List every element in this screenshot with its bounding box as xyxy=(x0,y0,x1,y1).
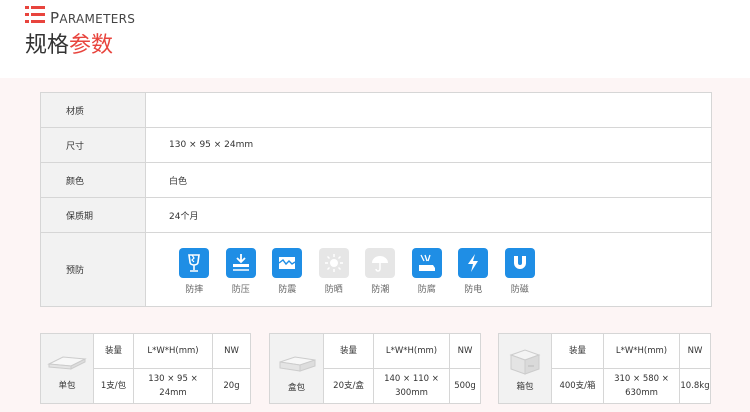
nw-value: 20g xyxy=(212,368,251,404)
vibration-icon xyxy=(272,248,303,278)
protection-item: 防压 xyxy=(218,248,265,295)
protection-label: 防腐 xyxy=(417,285,436,295)
spec-label: 颜色 xyxy=(40,162,146,198)
protection-label: 防晒 xyxy=(324,285,343,295)
list-menu-icon xyxy=(25,6,45,24)
package-table-single: 单包 装量 L*W*H(mm) NW 1支/包 130 × 95 × 24mm … xyxy=(40,333,251,404)
section-title-en: PARAMETERS xyxy=(50,9,136,27)
package-image-cell: 单包 xyxy=(40,333,94,404)
dim-value: 130 × 95 × 24mm xyxy=(133,368,213,404)
spec-value: 130 × 95 × 24mm xyxy=(145,127,712,163)
nw-header: NW xyxy=(212,333,251,369)
package-name: 箱包 xyxy=(516,382,534,392)
spec-label: 材质 xyxy=(40,92,146,128)
protection-label: 防压 xyxy=(231,285,250,295)
protection-label: 防摔 xyxy=(185,285,204,295)
protection-item: 防腐 xyxy=(404,248,451,295)
qty-value: 400支/箱 xyxy=(551,368,604,404)
protection-cell: 防摔 防压 防震 防晒 防潮 防腐 防电 防磁 xyxy=(145,232,712,307)
spec-value xyxy=(145,92,712,128)
magnet-icon xyxy=(504,248,535,278)
nw-header: NW xyxy=(679,333,711,369)
protection-item: 防摔 xyxy=(171,248,218,295)
carton-icon xyxy=(509,349,541,375)
dim-value: 310 × 580 × 630mm xyxy=(603,368,680,404)
spec-row-protection: 预防 防摔 防压 防震 防晒 防潮 防腐 防电 防磁 xyxy=(40,232,712,307)
spec-row-material: 材质 xyxy=(40,92,712,128)
package-image-cell: 箱包 xyxy=(498,333,552,404)
protection-label: 防电 xyxy=(464,285,483,295)
package-name: 单包 xyxy=(58,381,76,391)
protection-label: 防潮 xyxy=(371,285,390,295)
package-image-cell: 盒包 xyxy=(269,333,324,404)
qty-value: 1支/包 xyxy=(93,368,134,404)
box-pack-icon xyxy=(279,356,315,372)
spec-label: 预防 xyxy=(40,232,146,307)
protection-label: 防震 xyxy=(278,285,297,295)
protection-item: 防震 xyxy=(264,248,311,295)
page-header: PARAMETERS 规格参数 xyxy=(0,0,750,78)
spec-row-shelf-life: 保质期 24个月 xyxy=(40,197,712,233)
nw-value: 10.8kg xyxy=(679,368,711,404)
dim-value: 140 × 110 × 300mm xyxy=(373,368,450,404)
protection-item: 防电 xyxy=(450,248,497,295)
protection-item: 防磁 xyxy=(497,248,544,295)
spec-label: 尺寸 xyxy=(40,127,146,163)
sun-icon xyxy=(318,248,349,278)
spec-table: 材质 尺寸 130 × 95 × 24mm 颜色 白色 保质期 24个月 预防 … xyxy=(40,92,712,307)
spec-value: 白色 xyxy=(145,162,712,198)
qty-header: 装量 xyxy=(551,333,604,369)
section-title-cn: 规格参数 xyxy=(25,33,114,58)
dim-header: L*W*H(mm) xyxy=(373,333,450,369)
protection-label: 防磁 xyxy=(510,285,529,295)
lightning-icon xyxy=(458,248,489,278)
spec-row-color: 颜色 白色 xyxy=(40,162,712,198)
package-table-carton: 箱包 装量 L*W*H(mm) NW 400支/箱 310 × 580 × 63… xyxy=(498,333,711,404)
dim-header: L*W*H(mm) xyxy=(603,333,680,369)
dim-header: L*W*H(mm) xyxy=(133,333,213,369)
qty-header: 装量 xyxy=(93,333,134,369)
protection-item: 防潮 xyxy=(357,248,404,295)
spec-row-size: 尺寸 130 × 95 × 24mm xyxy=(40,127,712,163)
package-name: 盒包 xyxy=(287,383,305,393)
spec-label: 保质期 xyxy=(40,197,146,233)
umbrella-icon xyxy=(365,248,396,278)
flat-pack-icon xyxy=(47,356,87,370)
qty-value: 20支/盒 xyxy=(323,368,374,404)
package-table-box: 盒包 装量 L*W*H(mm) NW 20支/盒 140 × 110 × 300… xyxy=(269,333,481,404)
spec-value: 24个月 xyxy=(145,197,712,233)
protection-item: 防晒 xyxy=(311,248,358,295)
nw-header: NW xyxy=(449,333,481,369)
corrosion-icon xyxy=(411,248,442,278)
broken-glass-icon xyxy=(179,248,210,278)
nw-value: 500g xyxy=(449,368,481,404)
qty-header: 装量 xyxy=(323,333,374,369)
protection-icons: 防摔 防压 防震 防晒 防潮 防腐 防电 防磁 xyxy=(169,244,711,295)
press-down-icon xyxy=(225,248,256,278)
